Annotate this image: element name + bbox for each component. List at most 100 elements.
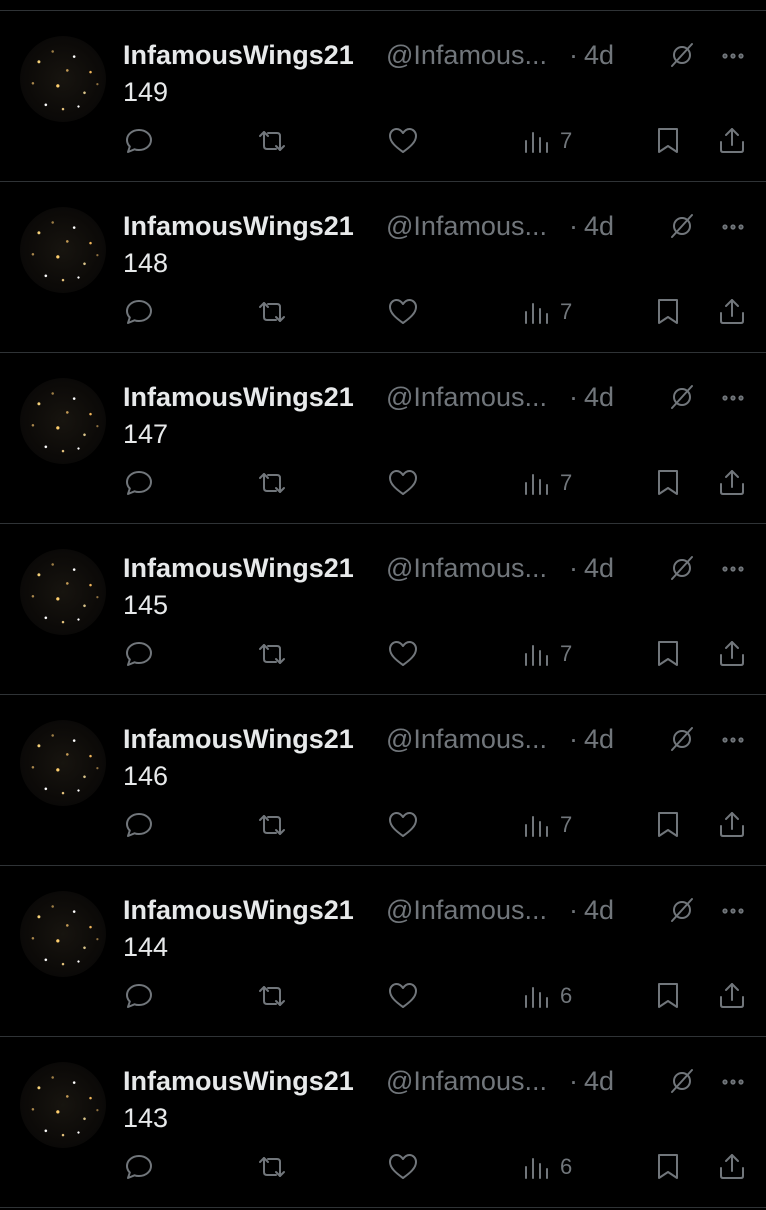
display-name[interactable]: InfamousWings21 xyxy=(123,37,354,73)
grok-icon[interactable] xyxy=(668,212,696,240)
repost-button[interactable] xyxy=(256,976,288,1016)
grok-icon[interactable] xyxy=(668,383,696,411)
like-button[interactable] xyxy=(387,121,419,161)
repost-button[interactable] xyxy=(256,1147,288,1187)
reply-button[interactable] xyxy=(123,976,155,1016)
repost-button[interactable] xyxy=(256,805,288,845)
like-button[interactable] xyxy=(387,292,419,332)
grok-icon[interactable] xyxy=(668,41,696,69)
tweet[interactable]: InfamousWings21 @Infamous... · 4d 148 7 xyxy=(0,182,766,353)
like-button[interactable] xyxy=(387,463,419,503)
avatar[interactable] xyxy=(20,549,106,635)
more-icon[interactable] xyxy=(720,556,746,582)
username-handle[interactable]: @Infamous... xyxy=(386,379,547,415)
reply-button[interactable] xyxy=(123,121,155,161)
views-button[interactable]: 7 xyxy=(520,463,572,503)
timestamp[interactable]: 4d xyxy=(584,1063,614,1099)
views-button[interactable]: 7 xyxy=(520,634,572,674)
more-icon[interactable] xyxy=(720,214,746,240)
share-button[interactable] xyxy=(716,976,748,1016)
username-handle[interactable]: @Infamous... xyxy=(386,550,547,586)
timestamp[interactable]: 4d xyxy=(584,550,614,586)
more-icon[interactable] xyxy=(720,727,746,753)
more-icon[interactable] xyxy=(720,898,746,924)
tweet[interactable]: InfamousWings21 @Infamous... · 4d 149 7 xyxy=(0,11,766,182)
tweet[interactable]: InfamousWings21 @Infamous... · 4d 147 7 xyxy=(0,353,766,524)
reply-button[interactable] xyxy=(123,292,155,332)
bookmark-button[interactable] xyxy=(652,634,684,674)
reply-button[interactable] xyxy=(123,463,155,503)
username-handle[interactable]: @Infamous... xyxy=(386,892,547,928)
grok-icon[interactable] xyxy=(668,1067,696,1095)
username-handle[interactable]: @Infamous... xyxy=(386,208,547,244)
repost-button[interactable] xyxy=(256,634,288,674)
username-handle[interactable]: @Infamous... xyxy=(386,721,547,757)
like-button[interactable] xyxy=(387,634,419,674)
reply-button[interactable] xyxy=(123,1147,155,1187)
reply-button[interactable] xyxy=(123,805,155,845)
bookmark-button[interactable] xyxy=(652,292,684,332)
grok-icon[interactable] xyxy=(668,725,696,753)
share-button[interactable] xyxy=(716,634,748,674)
tweet[interactable]: InfamousWings21 @Infamous... · 4d 146 7 xyxy=(0,695,766,866)
username-handle[interactable]: @Infamous... xyxy=(386,1063,547,1099)
bookmark-button[interactable] xyxy=(652,121,684,161)
avatar[interactable] xyxy=(20,207,106,293)
reply-icon xyxy=(126,813,152,837)
timestamp[interactable]: 4d xyxy=(584,379,614,415)
views-button[interactable]: 6 xyxy=(520,976,572,1016)
display-name[interactable]: InfamousWings21 xyxy=(123,379,354,415)
share-button[interactable] xyxy=(716,805,748,845)
views-button[interactable]: 7 xyxy=(520,121,572,161)
reply-button[interactable] xyxy=(123,634,155,674)
repost-button[interactable] xyxy=(256,463,288,503)
like-button[interactable] xyxy=(387,1147,419,1187)
username-handle[interactable]: @Infamous... xyxy=(386,37,547,73)
timestamp[interactable]: 4d xyxy=(584,892,614,928)
bookmark-button[interactable] xyxy=(652,463,684,503)
views-icon xyxy=(525,1158,548,1179)
display-name[interactable]: InfamousWings21 xyxy=(123,721,354,757)
share-button[interactable] xyxy=(716,1147,748,1187)
tweet[interactable]: InfamousWings21 @Infamous... · 4d 145 7 xyxy=(0,524,766,695)
display-name[interactable]: InfamousWings21 xyxy=(123,208,354,244)
timestamp[interactable]: 4d xyxy=(584,721,614,757)
more-icon[interactable] xyxy=(720,1069,746,1095)
avatar[interactable] xyxy=(20,720,106,806)
display-name[interactable]: InfamousWings21 xyxy=(123,550,354,586)
tweet-actions: 7 xyxy=(0,463,766,503)
tweet[interactable]: InfamousWings21 @Infamous... · 4d 144 6 xyxy=(0,866,766,1037)
bookmark-button[interactable] xyxy=(652,976,684,1016)
avatar[interactable] xyxy=(20,36,106,122)
repost-icon xyxy=(259,986,285,1006)
avatar[interactable] xyxy=(20,378,106,464)
repost-button[interactable] xyxy=(256,292,288,332)
bookmark-button[interactable] xyxy=(652,805,684,845)
share-button[interactable] xyxy=(716,121,748,161)
grok-icon[interactable] xyxy=(668,896,696,924)
separator-dot: · xyxy=(569,724,578,754)
repost-icon xyxy=(259,302,285,322)
views-button[interactable]: 7 xyxy=(520,805,572,845)
tweet[interactable]: InfamousWings21 @Infamous... · 4d 143 6 xyxy=(0,1037,766,1208)
more-icon[interactable] xyxy=(720,43,746,69)
grok-icon[interactable] xyxy=(668,554,696,582)
share-button[interactable] xyxy=(716,292,748,332)
timestamp[interactable]: 4d xyxy=(584,37,614,73)
avatar[interactable] xyxy=(20,1062,106,1148)
more-icon[interactable] xyxy=(720,385,746,411)
display-name[interactable]: InfamousWings21 xyxy=(123,1063,354,1099)
bookmark-icon xyxy=(658,641,678,666)
like-button[interactable] xyxy=(387,976,419,1016)
views-button[interactable]: 7 xyxy=(520,292,572,332)
display-name[interactable]: InfamousWings21 xyxy=(123,892,354,928)
avatar[interactable] xyxy=(20,891,106,977)
like-icon xyxy=(389,1154,417,1179)
views-icon xyxy=(525,645,548,666)
timestamp[interactable]: 4d xyxy=(584,208,614,244)
like-button[interactable] xyxy=(387,805,419,845)
views-button[interactable]: 6 xyxy=(520,1147,572,1187)
bookmark-button[interactable] xyxy=(652,1147,684,1187)
repost-button[interactable] xyxy=(256,121,288,161)
share-button[interactable] xyxy=(716,463,748,503)
